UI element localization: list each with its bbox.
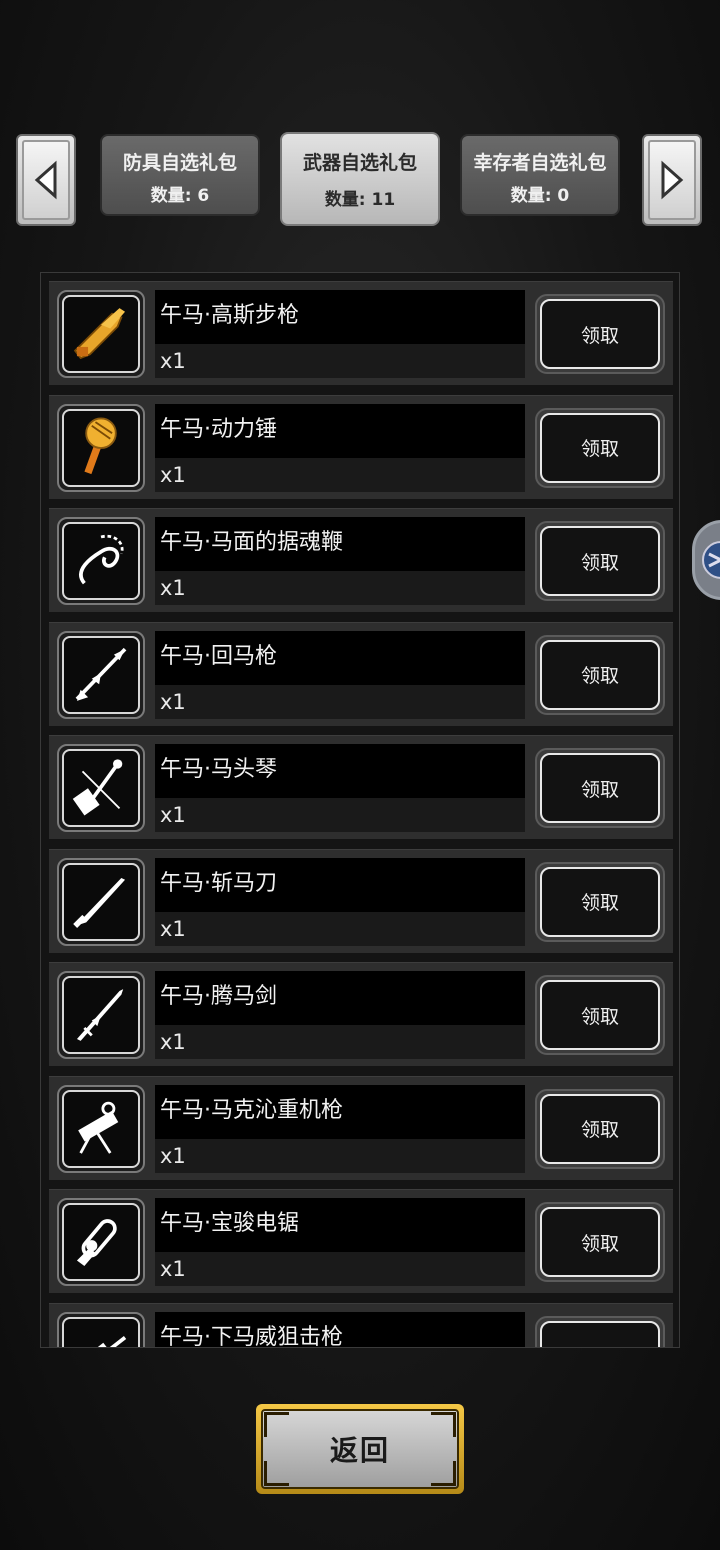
item-quantity: x1 xyxy=(155,1025,525,1059)
item-quantity: x1 xyxy=(155,684,525,719)
claim-button-label: 领取 xyxy=(540,526,660,596)
item-name: 午马·下马威狙击枪 xyxy=(155,1311,525,1347)
list-item: 午马·斩马刀 x1 领取 xyxy=(49,848,673,953)
claim-button-label: 领取 xyxy=(540,866,660,937)
chevron-right-icon xyxy=(661,160,684,200)
claim-button-label: 领取 xyxy=(540,299,660,369)
blade-icon xyxy=(73,877,126,928)
prev-tab-button[interactable] xyxy=(16,134,76,226)
next-tab-button[interactable] xyxy=(642,134,702,226)
item-icon-frame xyxy=(57,857,145,946)
item-icon-frame xyxy=(57,1311,145,1347)
list-item: 午马·高斯步枪 x1 领取 xyxy=(49,281,673,385)
item-name: 午马·马头琴 xyxy=(155,744,525,798)
tab-armor-pack[interactable]: 防具自选礼包 数量: 6 xyxy=(100,134,260,216)
claim-button[interactable]: 领取 xyxy=(535,975,665,1055)
tab-weapon-pack[interactable]: 武器自选礼包 数量: 11 xyxy=(280,132,440,226)
machine-gun-icon xyxy=(78,1101,119,1154)
claim-button-label: 领取 xyxy=(540,1207,660,1277)
hammer-icon xyxy=(84,416,117,474)
corner-ornament xyxy=(431,1412,456,1437)
claim-button[interactable]: 领取 xyxy=(535,407,665,488)
list-item: 午马·马头琴 x1 领取 xyxy=(49,735,673,839)
item-icon-frame xyxy=(57,1084,145,1173)
item-name: 午马·马面的据魂鞭 xyxy=(155,517,525,571)
back-button[interactable]: 返回 xyxy=(256,1404,464,1494)
sniper-icon xyxy=(91,1335,127,1347)
claim-button[interactable]: 领取 xyxy=(535,521,665,601)
list-item: 午马·动力锤 x1 领取 xyxy=(49,394,673,499)
sword-icon xyxy=(76,989,124,1041)
claim-button-label: 领取 xyxy=(540,980,660,1050)
whip-icon xyxy=(79,534,124,585)
item-name: 午马·动力锤 xyxy=(155,403,525,458)
claim-button-label: 领取 xyxy=(540,412,660,483)
claim-button[interactable]: 领取 xyxy=(535,1088,665,1169)
chevron-left-icon xyxy=(34,160,57,200)
list-item: 午马·马面的据魂鞭 x1 领取 xyxy=(49,508,673,612)
tab-weapon-count: 数量: 11 xyxy=(324,190,396,210)
fiddle-icon xyxy=(72,759,123,816)
tab-weapon-title: 武器自选礼包 xyxy=(302,152,417,174)
item-icon-frame xyxy=(57,403,145,492)
item-quantity: x1 xyxy=(155,798,525,832)
item-quantity: x1 xyxy=(155,457,525,492)
claim-button[interactable]: 领取 xyxy=(535,634,665,715)
rifle-icon xyxy=(73,308,126,360)
weapon-list[interactable]: 午马·高斯步枪 x1 领取 午马·动力锤 x1 领取 午马·马面的据魂鞭 x1 … xyxy=(40,272,680,1348)
claim-button[interactable]: 领取 xyxy=(535,1202,665,1282)
item-name: 午马·马克沁重机枪 xyxy=(155,1084,525,1139)
tab-armor-title: 防具自选礼包 xyxy=(122,152,237,174)
item-name: 午马·腾马剑 xyxy=(155,971,525,1025)
item-name: 午马·回马枪 xyxy=(155,630,525,685)
tab-survivor-title: 幸存者自选礼包 xyxy=(473,152,607,174)
item-quantity: x1 xyxy=(155,1138,525,1173)
claim-button[interactable]: 领取 xyxy=(535,1315,665,1347)
claim-button[interactable]: 领取 xyxy=(535,294,665,374)
back-button-label: 返回 xyxy=(261,1409,459,1489)
corner-ornament xyxy=(264,1412,289,1437)
list-item: 午马·马克沁重机枪 x1 领取 xyxy=(49,1075,673,1180)
claim-button-label: 领取 xyxy=(540,639,660,710)
corner-ornament xyxy=(264,1461,289,1486)
item-icon-frame xyxy=(57,1198,145,1286)
list-item: 午马·回马枪 x1 领取 xyxy=(49,621,673,726)
list-item: 午马·宝骏电锯 x1 领取 xyxy=(49,1189,673,1293)
list-item: 午马·下马威狙击枪 x1 领取 xyxy=(49,1302,673,1347)
emblem-icon xyxy=(702,541,720,579)
item-name: 午马·高斯步枪 xyxy=(155,290,525,344)
item-quantity: x1 xyxy=(155,571,525,605)
item-quantity: x1 xyxy=(155,911,525,946)
corner-ornament xyxy=(431,1461,456,1486)
item-icon-frame xyxy=(57,744,145,832)
item-quantity: x1 xyxy=(155,1252,525,1286)
side-menu-badge[interactable] xyxy=(692,520,720,600)
claim-button-label: 领取 xyxy=(540,753,660,823)
claim-button-label: 领取 xyxy=(540,1093,660,1164)
claim-button-label: 领取 xyxy=(540,1320,660,1347)
spear-icon xyxy=(75,647,127,701)
item-icon-frame xyxy=(57,517,145,605)
item-icon-frame xyxy=(57,971,145,1059)
item-icon-frame xyxy=(57,630,145,719)
tab-survivor-pack[interactable]: 幸存者自选礼包 数量: 0 xyxy=(460,134,620,216)
item-icon-frame xyxy=(57,290,145,378)
tab-survivor-count: 数量: 0 xyxy=(510,186,570,206)
item-name: 午马·宝骏电锯 xyxy=(155,1198,525,1252)
claim-button[interactable]: 领取 xyxy=(535,861,665,942)
claim-button[interactable]: 领取 xyxy=(535,748,665,828)
chainsaw-icon xyxy=(76,1219,117,1267)
item-quantity: x1 xyxy=(155,344,525,378)
item-name: 午马·斩马刀 xyxy=(155,857,525,912)
tab-armor-count: 数量: 6 xyxy=(150,186,210,206)
list-item: 午马·腾马剑 x1 领取 xyxy=(49,962,673,1066)
